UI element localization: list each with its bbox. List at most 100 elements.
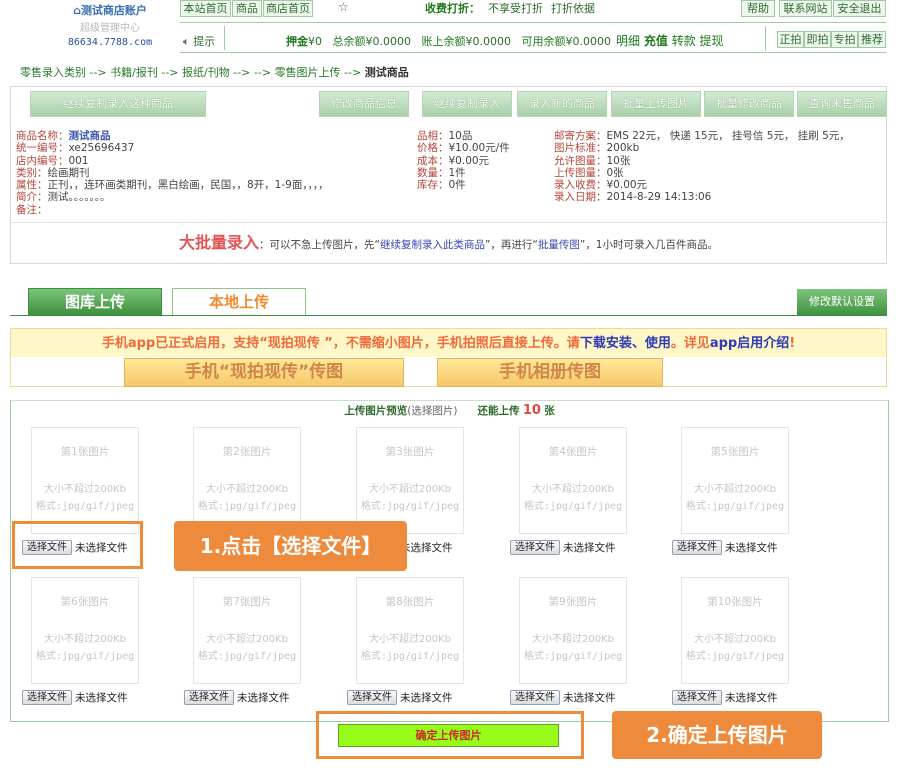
confirm-upload-button[interactable]: 确定上传图片 <box>338 724 559 747</box>
app-intro-link[interactable]: app启用介绍 <box>710 336 789 351</box>
value: 2014-8-29 14:13:06 <box>606 191 712 204</box>
app-notice: 手机app已正式启用，支持“现拍现传 ”，不需缩小图片，手机拍照后直接上传。请下… <box>10 328 887 387</box>
label: 录入日期： <box>554 191 607 204</box>
withdraw-link[interactable]: 提现 <box>700 34 724 48</box>
product-name-link[interactable]: 测试商品 <box>69 130 111 142</box>
format-hint: 格式:jpg/gif/jpeg <box>197 651 297 662</box>
value: 0件 <box>448 179 466 192</box>
format-hint: 格式:jpg/gif/jpeg <box>197 501 297 512</box>
star-icon[interactable]: ☆ <box>338 0 349 14</box>
nav-zhuanpai[interactable]: 专拍 <box>831 31 858 48</box>
choose-file-button[interactable]: 选择文件 <box>510 540 560 555</box>
image-preview-slot: 第6张图片 大小不超过200Kb 格式:jpg/gif/jpeg <box>31 577 139 684</box>
edit-product-button[interactable]: 修改商品信息 <box>319 91 409 117</box>
no-file-label: 未选择文件 <box>725 542 778 554</box>
header: ⌂测试商店账户 超级管理中心 86634.7788.com 本站首页 商品 商店… <box>0 0 900 54</box>
value: ¥10.00元/件 <box>448 142 510 155</box>
choose-file-button[interactable]: 选择文件 <box>347 690 397 705</box>
batch-text: ”，1小时可录入几百件商品。 <box>579 239 718 251</box>
format-hint: 格式:jpg/gif/jpeg <box>35 501 135 512</box>
nav-site-home[interactable]: 本站首页 <box>180 0 231 17</box>
batch-image-link[interactable]: 批量传图 <box>538 239 580 251</box>
size-hint: 大小不超过200Kb <box>532 484 614 495</box>
discount-value: 不享受打折 <box>488 2 543 15</box>
file-input[interactable]: 选择文件未选择文件 <box>672 540 778 556</box>
label: 上传图量： <box>554 166 607 179</box>
copy-entry-link[interactable]: 继续复制录入此类商品 <box>380 239 485 251</box>
slot-number: 第7张图片 <box>222 596 272 608</box>
shop-logo[interactable]: ⌂测试商店账户 超级管理中心 86634.7788.com <box>40 2 180 52</box>
file-input[interactable]: 选择文件未选择文件 <box>184 690 290 706</box>
file-input[interactable]: 选择文件未选择文件 <box>22 690 128 706</box>
file-input[interactable]: 选择文件未选择文件 <box>510 540 616 556</box>
book-value: ¥0.0000 <box>465 35 512 48</box>
size-hint: 大小不超过200Kb <box>694 634 776 645</box>
image-preview-slot: 第3张图片 大小不超过200Kb 格式:jpg/gif/jpeg <box>356 427 464 534</box>
file-input[interactable]: 选择文件未选择文件 <box>347 690 453 706</box>
label: 商品名称： <box>16 130 69 142</box>
nav-shop-home[interactable]: 商店首页 <box>263 0 313 17</box>
file-input[interactable]: 选择文件未选择文件 <box>672 690 778 706</box>
choose-file-button[interactable]: 选择文件 <box>184 690 234 705</box>
label: 录入收费： <box>554 179 607 192</box>
batch-edit-button[interactable]: 批量修改商品 <box>704 91 794 117</box>
batch-text: ：可以不急上传图片，先“ <box>259 239 380 251</box>
no-file-label: 未选择文件 <box>400 542 453 554</box>
value: 绘画期刊 <box>47 166 90 179</box>
phone-live-upload-button[interactable]: 手机“现拍现传”传图 <box>124 358 404 387</box>
choose-file-button[interactable]: 选择文件 <box>672 690 722 705</box>
label: 统一编号： <box>16 142 69 155</box>
value: 10品 <box>448 130 473 142</box>
choose-file-button[interactable]: 选择文件 <box>22 690 72 705</box>
step2-callout: 2.确定上传图片 <box>612 711 822 759</box>
tab-local-upload[interactable]: 本地上传 <box>172 288 306 316</box>
choose-file-button[interactable]: 选择文件 <box>510 690 560 705</box>
default-settings-button[interactable]: 修改默认设置 <box>797 289 887 316</box>
logout-button[interactable]: 安全退出 <box>833 0 886 17</box>
step1-callout: 1.点击【选择文件】 <box>174 521 407 571</box>
breadcrumb-item[interactable]: 书籍/报刊 <box>110 66 158 79</box>
help-button[interactable]: 帮助 <box>741 0 775 17</box>
nav-jipai[interactable]: 即拍 <box>804 31 831 48</box>
format-hint: 格式:jpg/gif/jpeg <box>360 501 460 512</box>
tip-area[interactable]: 🔈︎ 提示 <box>183 33 215 49</box>
breadcrumb-item[interactable]: 零售图片上传 <box>275 66 341 79</box>
recharge-link[interactable]: 充值 <box>644 34 668 48</box>
nav-zhengpai[interactable]: 正拍 <box>777 31 804 48</box>
breadcrumb-item[interactable]: 零售录入类别 <box>20 66 86 79</box>
size-hint: 大小不超过200Kb <box>44 634 126 645</box>
new-product-button[interactable]: 录入新的商品 <box>517 91 607 117</box>
info-col-2: 品相：10品 价格：¥10.00元/件 成本：¥0.00元 数量：1件 库存：0… <box>417 130 510 191</box>
value: 0张 <box>606 166 624 179</box>
tab-library-upload[interactable]: 图库上传 <box>28 288 162 316</box>
no-file-label: 未选择文件 <box>75 692 128 704</box>
size-hint: 大小不超过200Kb <box>206 634 288 645</box>
file-input[interactable]: 选择文件未选择文件 <box>510 690 616 706</box>
batch-upload-button[interactable]: 批量上传图片 <box>611 91 701 117</box>
nav-goods[interactable]: 商品 <box>232 0 262 17</box>
copy-entry-same-button[interactable]: 继续复制录入这种商品 <box>30 91 206 117</box>
transfer-link[interactable]: 转款 <box>672 34 696 48</box>
detail-link[interactable]: 明细 <box>616 34 640 48</box>
value: xe25696437 <box>68 142 135 155</box>
format-hint: 格式:jpg/gif/jpeg <box>523 651 623 662</box>
continue-copy-button[interactable]: 继续复制录入 <box>422 91 512 117</box>
label: 邮寄方案： <box>554 130 607 142</box>
header-divider <box>180 22 886 23</box>
choose-file-button[interactable]: 选择文件 <box>672 540 722 555</box>
label: 品相： <box>417 130 449 142</box>
size-hint: 大小不超过200Kb <box>369 634 451 645</box>
breadcrumb: 零售录入类别 --> 书籍/报刊 --> 报纸/刊物 --> --> 零售图片上… <box>20 66 409 79</box>
discount-basis-link[interactable]: 打折依据 <box>551 0 595 16</box>
remain-label: 还能上传 <box>477 405 520 417</box>
remain-count: 10 <box>522 403 541 418</box>
total-label: 总余额 <box>332 35 366 48</box>
discount-label: 收费打折： <box>425 2 480 15</box>
query-unsold-button[interactable]: 查询未售商品 <box>797 91 887 117</box>
download-link[interactable]: 下载安装、使用 <box>580 336 671 351</box>
breadcrumb-item[interactable]: 报纸/刊物 <box>182 66 230 79</box>
phone-album-upload-button[interactable]: 手机相册传图 <box>437 358 663 387</box>
nav-recommend[interactable]: 推荐 <box>858 31 886 48</box>
tab-underline <box>10 315 797 316</box>
contact-button[interactable]: 联系网站 <box>779 0 832 17</box>
